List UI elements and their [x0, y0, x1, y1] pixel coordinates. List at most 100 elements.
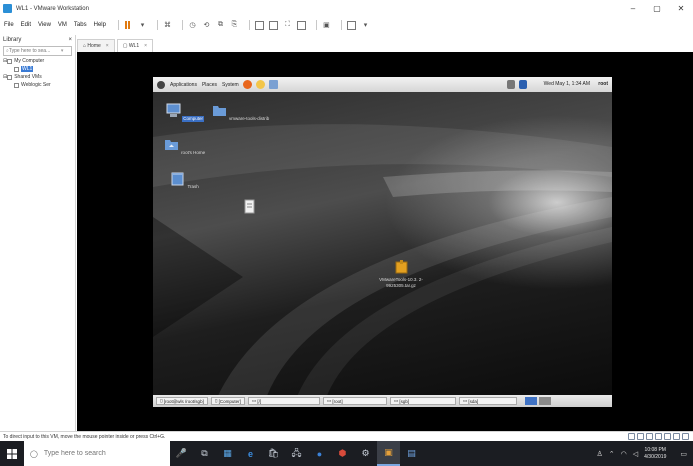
chevron-up-icon[interactable]: ⌃: [609, 450, 615, 458]
user-icon[interactable]: ♙: [596, 450, 602, 458]
task-view-icon[interactable]: ⧉: [193, 441, 216, 466]
menu-view[interactable]: View: [38, 22, 51, 28]
desktop-icon-vmware-tools[interactable]: vmware-tools-distrib: [211, 103, 271, 122]
menu-help[interactable]: Help: [94, 22, 106, 28]
menu-file[interactable]: File: [4, 22, 14, 28]
taskbar-clock[interactable]: 10:08 PM 4/30/2019: [644, 447, 666, 461]
desktop-icon-trash[interactable]: Trash: [155, 171, 215, 190]
library-title: Library: [3, 37, 22, 43]
clock-date: 4/30/2019: [644, 453, 667, 460]
volume-icon[interactable]: ◁: [633, 450, 638, 458]
workspace-switcher-1[interactable]: [524, 397, 537, 405]
revert-snapshot-icon[interactable]: ⟲: [202, 21, 211, 30]
snapshot-icon[interactable]: ◷: [188, 21, 197, 30]
menu-tabs[interactable]: Tabs: [74, 22, 87, 28]
wifi-icon[interactable]: ◠: [621, 450, 627, 458]
sound-icon[interactable]: [664, 433, 671, 440]
start-button[interactable]: [0, 441, 24, 466]
gnome-clock[interactable]: Wed May 1, 1:34 AM: [544, 81, 590, 87]
notification-icon[interactable]: ▭: [680, 450, 687, 458]
panel-task-sgb[interactable]: ▭ [sgb]: [389, 397, 456, 405]
menu-edit[interactable]: Edit: [21, 22, 31, 28]
library-search-input[interactable]: [8, 48, 61, 54]
stretch-guest-icon[interactable]: [346, 20, 356, 30]
panel-task-root[interactable]: ▭ [root]: [322, 397, 387, 405]
taskbar-search-box[interactable]: ◯: [24, 441, 170, 466]
guest-desktop[interactable]: Applications Places System Wed May 1, 1:…: [153, 77, 612, 407]
snapshot-manager-icon[interactable]: ⧉: [216, 21, 225, 30]
tab-close-icon[interactable]: ×: [106, 43, 109, 49]
full-screen-icon[interactable]: ⛶: [283, 21, 292, 30]
unity-icon[interactable]: [296, 20, 306, 30]
desktop-icon-tar-archive[interactable]: VMwareTools-10.3. 2-9925305.tar.gz: [371, 259, 431, 289]
library-search[interactable]: ⌕ ▾: [3, 46, 72, 56]
toolbar-separator: [117, 20, 119, 30]
archive-icon: [395, 260, 407, 274]
gnome-tray: [503, 80, 527, 89]
display-icon[interactable]: [682, 433, 689, 440]
firefox-icon[interactable]: [242, 80, 252, 89]
mail-icon[interactable]: [255, 80, 265, 89]
thumbnail-view-icon[interactable]: [268, 20, 278, 30]
panel-task-sda[interactable]: ▭ [sda]: [458, 397, 517, 405]
workspace-switcher-2[interactable]: [538, 397, 551, 405]
printer-icon[interactable]: [673, 433, 680, 440]
microphone-icon[interactable]: 🎤: [170, 441, 193, 466]
panel-task-root-fs[interactable]: ▭ [/]: [247, 397, 320, 405]
desktop-icon-file[interactable]: [221, 199, 281, 217]
desktop-icon-home[interactable]: root's Home: [155, 137, 215, 156]
vmware-app-icon: [3, 4, 12, 13]
usb-icon[interactable]: [655, 433, 662, 440]
notes-icon[interactable]: [268, 80, 278, 89]
tab-close-icon[interactable]: ×: [144, 43, 147, 49]
desktop-icon-computer[interactable]: Computer: [155, 103, 215, 122]
tree-item-weblogic[interactable]: Weblogic Ser: [0, 81, 75, 89]
panel-task-terminal[interactable]: ▯ [root@wls /root/sgb]: [156, 397, 208, 405]
tree-item-my-computer[interactable]: ⊟ My Computer: [0, 57, 75, 65]
clone-icon[interactable]: ⎘: [230, 21, 239, 30]
panel-task-label: [sda]: [468, 398, 479, 404]
store-icon[interactable]: 🛍: [262, 441, 285, 466]
app-icon[interactable]: ⬢: [331, 441, 354, 466]
chevron-down-icon[interactable]: ▾: [61, 48, 64, 54]
gnome-foot-icon[interactable]: [157, 80, 165, 89]
taskbar-search-input[interactable]: [43, 450, 154, 457]
edge-icon[interactable]: e: [239, 441, 262, 466]
hard-disk-icon[interactable]: [628, 433, 635, 440]
tree-item-shared-vms[interactable]: ⊟ Shared VMs: [0, 73, 75, 81]
update-icon[interactable]: [519, 80, 527, 89]
tab-home[interactable]: ⌂ Home ×: [77, 39, 115, 52]
vmware-taskbar-icon[interactable]: ▣: [377, 441, 400, 466]
network-icon[interactable]: [507, 80, 515, 89]
menu-vm[interactable]: VM: [58, 22, 67, 28]
tab-wl1[interactable]: ▢ WL1 ×: [116, 39, 154, 52]
network-adapter-icon[interactable]: [646, 433, 653, 440]
maximize-button[interactable]: ▢: [645, 0, 669, 17]
window-app-icon[interactable]: ▤: [400, 441, 423, 466]
gnome-user[interactable]: root: [598, 81, 608, 87]
chrome-icon[interactable]: ●: [308, 441, 331, 466]
send-keys-icon[interactable]: ⌘: [163, 21, 172, 30]
cd-dvd-icon[interactable]: [637, 433, 644, 440]
settings-icon[interactable]: ⚙: [354, 441, 377, 466]
tree-item-vm[interactable]: WL1: [0, 65, 75, 73]
desktop-icon-label: root's Home: [181, 150, 206, 155]
console-view-icon[interactable]: ▣: [322, 21, 331, 30]
dropdown-arrow-icon[interactable]: ▾: [138, 21, 147, 30]
menu-places[interactable]: Places: [202, 82, 217, 88]
menu-system[interactable]: System: [222, 82, 239, 88]
library-view-icon[interactable]: [254, 20, 264, 30]
windows-logo-icon: [7, 448, 17, 459]
windows-taskbar: ◯ 🎤 ⧉ ▦ e 🛍 🖧 ● ⬢ ⚙ ▣ ▤ ♙ ⌃ ◠ ◁ 10:08 PM…: [0, 441, 693, 466]
close-button[interactable]: ✕: [669, 0, 693, 17]
panel-task-computer[interactable]: ▯ [Computer]: [210, 397, 245, 405]
panel-task-label: [root@wls /root/sgb]: [163, 398, 204, 404]
minimize-button[interactable]: –: [621, 0, 645, 17]
pause-icon[interactable]: [124, 21, 133, 30]
dropdown-arrow-icon[interactable]: ▾: [361, 21, 370, 30]
file-explorer-icon[interactable]: ▦: [216, 441, 239, 466]
library-close-icon[interactable]: ×: [68, 37, 72, 43]
network-app-icon[interactable]: 🖧: [285, 441, 308, 466]
computer-icon: [166, 103, 181, 117]
menu-applications[interactable]: Applications: [170, 82, 197, 88]
